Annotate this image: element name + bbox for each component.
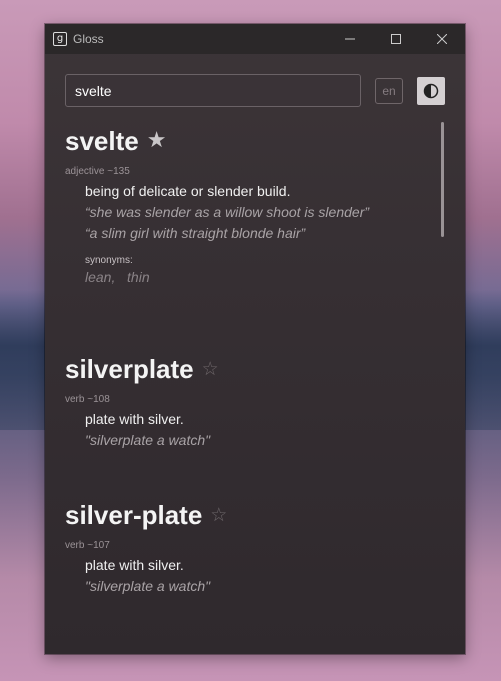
headword: silverplate — [65, 353, 194, 384]
sense: plate with silver. "silverplate a watch" — [65, 557, 425, 594]
entry-silverplate: silverplate ☆ verb ~108 plate with silve… — [65, 350, 425, 496]
headword-row: svelte ★ — [65, 122, 425, 160]
maximize-icon — [391, 34, 401, 44]
headword: silver-plate — [65, 499, 203, 530]
entry-svelte: svelte ★ adjective ~135 being of delicat… — [65, 122, 425, 350]
headword-row: silverplate ☆ — [65, 350, 425, 388]
headword-row: silver-plate ☆ — [65, 496, 425, 534]
sense: being of delicate or slender build. “she… — [65, 183, 425, 285]
sense: plate with silver. "silverplate a watch" — [65, 411, 425, 448]
star-outline-icon[interactable]: ☆ — [210, 504, 227, 526]
maximize-button[interactable] — [373, 24, 419, 54]
app-window: g Gloss en svelte — [45, 24, 465, 654]
example: “she was slender as a willow shoot is sl… — [85, 204, 370, 220]
scrollbar-thumb[interactable] — [441, 122, 444, 237]
synonyms-label: synonyms: — [85, 255, 133, 266]
language-button[interactable]: en — [375, 78, 403, 104]
theme-toggle-button[interactable] — [417, 77, 445, 105]
title-bar[interactable]: g Gloss — [45, 24, 465, 54]
part-of-speech: verb ~107 — [65, 540, 110, 551]
definition: plate with silver. — [85, 557, 184, 573]
contrast-icon — [423, 83, 439, 99]
search-input[interactable] — [65, 74, 361, 107]
window-title: Gloss — [73, 32, 104, 46]
part-of-speech: adjective ~135 — [65, 166, 130, 177]
definition: plate with silver. — [85, 411, 184, 427]
close-button[interactable] — [419, 24, 465, 54]
window-controls — [327, 24, 465, 54]
star-outline-icon[interactable]: ☆ — [202, 358, 219, 380]
example: “a slim girl with straight blonde hair” — [85, 225, 306, 241]
app-logo-icon: g — [53, 32, 67, 46]
definition: being of delicate or slender build. — [85, 183, 291, 199]
entry-silver-plate: silver-plate ☆ verb ~107 plate with silv… — [65, 496, 425, 595]
headword: svelte — [65, 125, 139, 156]
synonyms-list[interactable]: lean, thin — [85, 269, 425, 285]
toolbar: en — [65, 74, 445, 107]
star-filled-icon[interactable]: ★ — [147, 130, 167, 152]
part-of-speech: verb ~108 — [65, 394, 110, 405]
example: "silverplate a watch" — [85, 578, 211, 594]
close-icon — [437, 34, 447, 44]
minimize-icon — [345, 38, 355, 40]
minimize-button[interactable] — [327, 24, 373, 54]
results-list: svelte ★ adjective ~135 being of delicat… — [65, 122, 425, 595]
example: "silverplate a watch" — [85, 432, 211, 448]
